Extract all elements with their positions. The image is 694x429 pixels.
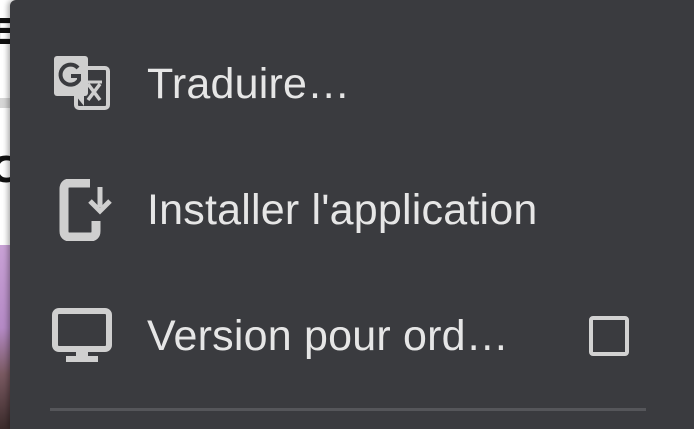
- menu-item-desktop-site[interactable]: Version pour ord…: [10, 273, 694, 399]
- desktop-monitor-icon: [51, 305, 113, 367]
- menu-item-install-app[interactable]: Installer l'application: [10, 147, 694, 273]
- desktop-site-checkbox[interactable]: [589, 316, 629, 356]
- menu-divider: [50, 408, 646, 411]
- menu-item-label: Traduire…: [147, 59, 351, 108]
- menu-item-label: Installer l'application: [147, 185, 538, 234]
- screen: E C Traduire… Installer l'application Ve…: [0, 0, 694, 429]
- overflow-menu: Traduire… Installer l'application Versio…: [10, 0, 694, 429]
- menu-item-label: Version pour ord…: [147, 311, 509, 360]
- install-app-icon: [51, 179, 113, 241]
- menu-item-translate[interactable]: Traduire…: [10, 21, 694, 147]
- google-translate-icon: [51, 53, 113, 115]
